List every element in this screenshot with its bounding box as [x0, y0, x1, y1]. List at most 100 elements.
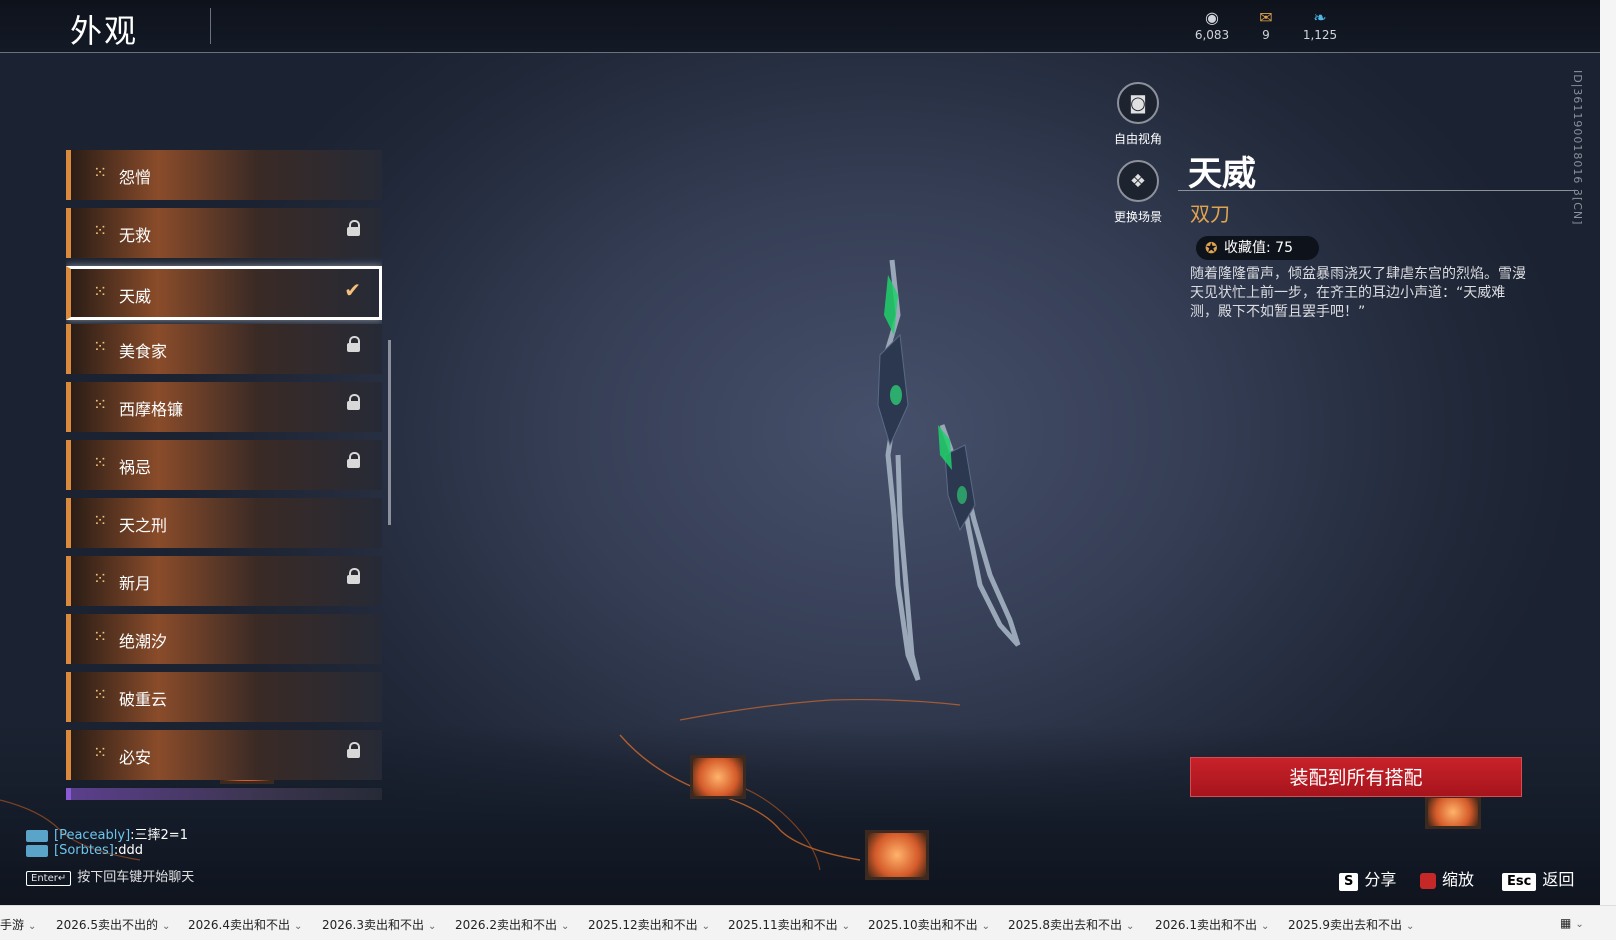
zoom-label: 缩放 [1442, 870, 1475, 889]
game-viewport: 外观 ◉ 6,083 ✉ 9 ❧ 1,125 ⁙ 怨憎 ⁙ 无救 ⁙ 天威 ✔ [0, 0, 1600, 905]
item-icon: ⁙ [93, 395, 108, 415]
camera-icon: ◙ [1117, 82, 1159, 124]
item-icon: ⁙ [93, 627, 108, 647]
bookmark-tab[interactable]: 手游 ⌄ [0, 916, 36, 933]
bookmark-tab[interactable]: 2025.11卖出和不出 ⌄ [728, 916, 850, 933]
change-scene-button[interactable]: ❖ 更换场景 [1098, 160, 1178, 225]
list-item[interactable]: ⁙ 怨憎 [66, 150, 382, 200]
chat-sender: [Peaceably] [54, 828, 131, 843]
currency-value: 6,083 [1194, 28, 1230, 42]
item-description: 随着隆隆雷声，倾盆暴雨浇灭了肆虐东宫的烈焰。雪漫天见状忙上前一步，在齐王的耳边小… [1190, 266, 1526, 320]
item-icon: ⁙ [93, 221, 108, 241]
list-item-selected[interactable]: ⁙ 天威 ✔ [66, 266, 382, 320]
list-item-label: 美食家 [119, 342, 168, 361]
ticket-icon: ✉ [1259, 8, 1273, 27]
free-camera-label: 自由视角 [1113, 132, 1162, 146]
list-item[interactable]: ⁙ 绝潮汐 [66, 614, 382, 664]
name-divider [1178, 190, 1578, 191]
lock-icon [347, 394, 360, 410]
lock-icon [347, 220, 360, 236]
chat-line: [Peaceably]:三摔2=1 [26, 824, 194, 843]
list-scrollbar[interactable] [388, 340, 391, 525]
item-icon: ⁙ [93, 453, 108, 473]
list-item[interactable]: ⁙ 无救 [66, 208, 382, 258]
list-item[interactable]: ⁙ 祸忌 [66, 440, 382, 490]
list-item-label: 天之刑 [119, 516, 168, 535]
currency-feathers: ❧ 1,125 [1290, 8, 1350, 42]
lantern-icon [690, 755, 746, 799]
currency-value: 1,125 [1302, 28, 1338, 42]
chat-hint[interactable]: Enter↵ 按下回车键开始聊天 [26, 866, 194, 886]
chat-message: :三摔2=1 [130, 828, 188, 843]
id-text: ID|361190018016 3[CN] [1571, 70, 1584, 226]
list-item[interactable] [66, 788, 382, 800]
collection-icon: ✪ [1205, 239, 1218, 257]
lock-icon [347, 742, 360, 758]
lock-icon [347, 452, 360, 468]
check-icon: ✔ [344, 278, 361, 302]
page-title: 外观 [70, 12, 139, 50]
list-item-label: 西摩格镰 [119, 400, 184, 419]
back-hint[interactable]: Esc 返回 [1502, 866, 1574, 891]
free-camera-button[interactable]: ◙ 自由视角 [1098, 82, 1178, 147]
chat-line: [Sorbtes]:ddd [26, 843, 194, 862]
list-item-label: 必安 [119, 748, 152, 767]
chat-message: :ddd [113, 843, 143, 858]
bookmark-tab[interactable]: 2025.12卖出和不出 ⌄ [588, 916, 710, 933]
bookmark-tab[interactable]: 2026.5卖出不出的 ⌄ [56, 916, 170, 933]
item-type: 双刀 [1190, 202, 1230, 226]
grid-icon[interactable]: ▦ ⌄ [1560, 916, 1584, 930]
item-name: 天威 [1188, 154, 1256, 194]
currency-coins: ◉ 6,083 [1182, 8, 1242, 42]
item-icon: ⁙ [93, 163, 108, 183]
bookmark-tab[interactable]: 2026.3卖出和不出 ⌄ [322, 916, 436, 933]
chat-channel-icon [26, 844, 48, 857]
item-icon: ⁙ [93, 337, 108, 357]
key-esc: Esc [1502, 873, 1537, 891]
lock-icon [347, 568, 360, 584]
scene-icon: ❖ [1117, 160, 1159, 202]
bookmark-bar: 手游 ⌄ 2026.5卖出不出的 ⌄ 2026.4卖出和不出 ⌄ 2026.3卖出和不… [0, 905, 1616, 940]
item-icon: ⁙ [93, 743, 108, 763]
top-bar: 外观 ◉ 6,083 ✉ 9 ❧ 1,125 [0, 0, 1600, 53]
item-icon: ⁙ [93, 282, 108, 302]
list-item[interactable]: ⁙ 必安 [66, 730, 382, 780]
lantern-icon [1425, 795, 1481, 829]
bookmark-tab[interactable]: 2026.1卖出和不出 ⌄ [1155, 916, 1269, 933]
bookmark-tab[interactable]: 2026.2卖出和不出 ⌄ [455, 916, 569, 933]
title-divider [210, 8, 211, 44]
bookmark-tab[interactable]: 2026.4卖出和不出 ⌄ [188, 916, 302, 933]
list-item[interactable]: ⁙ 西摩格镰 [66, 382, 382, 432]
dual-blade-model [877, 259, 1021, 681]
equip-all-button[interactable]: 装配到所有搭配 [1190, 757, 1522, 797]
key-s: S [1339, 873, 1359, 891]
share-label: 分享 [1364, 870, 1397, 889]
chat-channel-icon [26, 829, 48, 842]
list-item-label: 无救 [119, 226, 152, 245]
list-item-label: 祸忌 [119, 458, 152, 477]
chat-sender: [Sorbtes] [54, 843, 114, 858]
list-item-label: 天威 [119, 287, 152, 306]
list-item-label: 破重云 [119, 690, 168, 709]
zoom-hint[interactable]: 缩放 [1420, 866, 1474, 890]
back-label: 返回 [1542, 870, 1575, 889]
feather-icon: ❧ [1313, 8, 1327, 27]
currency-tickets: ✉ 9 [1236, 8, 1296, 42]
list-item[interactable]: ⁙ 新月 [66, 556, 382, 606]
right-edge-strip [1600, 0, 1616, 905]
list-item[interactable]: ⁙ 美食家 [66, 324, 382, 374]
list-item[interactable]: ⁙ 破重云 [66, 672, 382, 722]
collection-value: 收藏值: 75 [1224, 240, 1293, 256]
lantern-icon [865, 830, 929, 880]
bookmark-tab[interactable]: 2025.8卖出去和不出 ⌄ [1008, 916, 1134, 933]
item-icon: ⁙ [93, 569, 108, 589]
share-hint[interactable]: S 分享 [1339, 866, 1396, 891]
appearance-list[interactable]: ⁙ 怨憎 ⁙ 无救 ⁙ 天威 ✔ ⁙ 美食家 ⁙ 西摩格镰 ⁙ 祸忌 ⁙ 天之刑… [66, 150, 382, 800]
bookmark-tab[interactable]: 2025.10卖出和不出 ⌄ [868, 916, 990, 933]
chat-panel: [Peaceably]:三摔2=1 [Sorbtes]:ddd Enter↵ 按下… [26, 824, 194, 886]
enter-key-icon: Enter↵ [26, 871, 72, 886]
lock-icon [347, 336, 360, 352]
list-item[interactable]: ⁙ 天之刑 [66, 498, 382, 548]
bookmark-tab[interactable]: 2025.9卖出去和不出 ⌄ [1288, 916, 1414, 933]
change-scene-label: 更换场景 [1113, 210, 1162, 224]
